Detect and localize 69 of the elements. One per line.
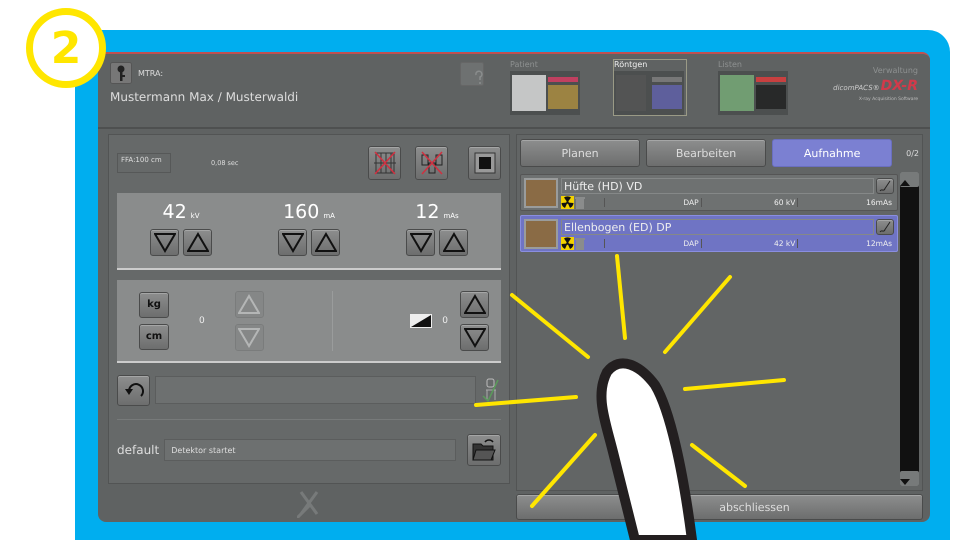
logo-product: DX-R: [880, 78, 918, 94]
grid-button[interactable]: [368, 146, 401, 180]
increase-button[interactable]: [311, 229, 340, 256]
screen-thumbnail-icon: [510, 71, 580, 115]
up-triangle-icon: [314, 232, 336, 253]
decrease-button[interactable]: [150, 229, 179, 256]
mode-tab[interactable]: Bearbeiten: [646, 139, 766, 167]
trash-icon: [574, 196, 586, 209]
density-icon: [410, 314, 432, 328]
folder-icon: [471, 438, 497, 462]
detector-check-icon: [481, 378, 501, 402]
status-field: Detektor startet: [164, 439, 456, 461]
exam-name: Hüfte (HD) VD: [561, 178, 874, 194]
photo-placeholder: [524, 219, 558, 249]
screen-thumbnail-icon: [614, 71, 684, 115]
open-folder-button[interactable]: [467, 434, 501, 466]
up-triangle-icon: [442, 232, 464, 253]
down-triangle-icon: [154, 232, 176, 253]
exam-name: Ellenbogen (ED) DP: [561, 219, 874, 235]
crossed-grid-icon: [372, 150, 396, 176]
faint-x-icon: [297, 488, 321, 518]
down-triangle-icon: [464, 326, 486, 348]
edit-button[interactable]: [876, 178, 894, 194]
mode-tab[interactable]: Aufnahme: [772, 139, 892, 167]
down-triangle-icon: [238, 326, 260, 348]
pen-icon: [878, 221, 892, 233]
exam-counter: 0/2: [906, 148, 920, 158]
chamber-button[interactable]: [415, 146, 448, 180]
density-value: 0: [442, 316, 448, 326]
radiation-icon: [561, 196, 574, 209]
increase-button[interactable]: [439, 229, 468, 256]
key-icon[interactable]: [110, 62, 132, 84]
patient-name: Mustermann Max / Musterwaldi: [110, 90, 300, 104]
undo-arrow-icon: [124, 381, 144, 399]
down-triangle-icon: [410, 232, 432, 253]
up-triangle-icon: [186, 232, 208, 253]
scroll-down-button[interactable]: [900, 471, 919, 486]
down-triangle-icon: [282, 232, 304, 253]
decrease-button[interactable]: [460, 324, 489, 350]
parameter-value: 42: [162, 201, 187, 223]
crossed-chamber-icon: [420, 150, 444, 176]
input-field[interactable]: [155, 376, 476, 404]
size-value: 0: [199, 316, 205, 326]
decrease-button[interactable]: [406, 229, 435, 256]
nav-tab[interactable]: Röntgen: [614, 60, 686, 115]
radiation-icon: [561, 237, 574, 250]
decrease-button[interactable]: [278, 229, 307, 256]
parameter-value: 12: [415, 201, 440, 223]
pen-icon: [878, 180, 892, 192]
stop-button[interactable]: [468, 146, 501, 180]
screen-thumbnail-icon: [718, 71, 788, 115]
scroll-up-button[interactable]: [900, 172, 919, 187]
mode-tab[interactable]: Planen: [520, 139, 640, 167]
unit-button[interactable]: kg: [139, 292, 169, 318]
increase-button[interactable]: [460, 290, 489, 318]
stop-square-icon: [474, 152, 496, 174]
up-triangle-icon: [464, 294, 486, 314]
photo-placeholder: [524, 178, 558, 208]
increase-button[interactable]: [183, 229, 212, 256]
profile-label: default: [117, 443, 160, 457]
up-triangle-icon: [238, 294, 260, 314]
undo-button[interactable]: [117, 374, 150, 406]
down-arrow-icon: [900, 478, 910, 486]
operator-label: MTRA:: [138, 68, 164, 78]
trash-icon: [574, 237, 586, 250]
edit-button[interactable]: [876, 219, 894, 235]
unit-button[interactable]: cm: [139, 324, 169, 350]
parameter-value: 160: [283, 201, 320, 223]
step-number-badge: 2: [26, 8, 106, 88]
